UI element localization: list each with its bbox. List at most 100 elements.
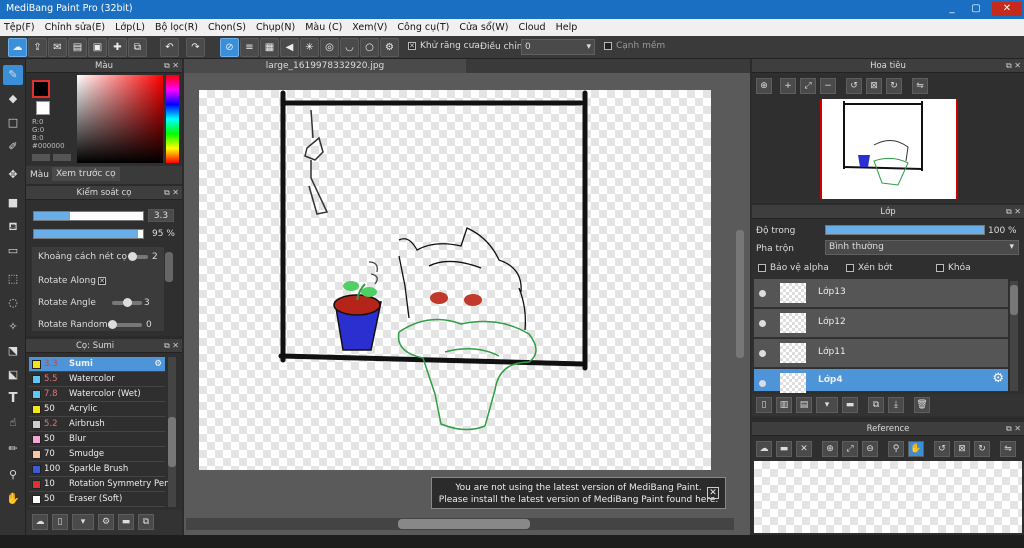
- hue-slider[interactable]: [166, 75, 179, 163]
- perspective-snap-icon[interactable]: ◀: [280, 38, 299, 57]
- soft-edge-checkbox[interactable]: [604, 41, 612, 50]
- curve-snap-icon[interactable]: ◡: [340, 38, 359, 57]
- spacing-slider[interactable]: [128, 252, 148, 261]
- folder-icon[interactable]: ▬: [118, 514, 134, 530]
- brush-size-value[interactable]: 3.3: [148, 209, 174, 222]
- menu-window[interactable]: Cửa sổ(W): [459, 22, 508, 33]
- reference-zoom-out-icon[interactable]: ⊖: [862, 441, 878, 457]
- dot-tool-icon[interactable]: □: [3, 113, 23, 133]
- menu-cloud[interactable]: Cloud: [518, 22, 545, 33]
- parallel-snap-icon[interactable]: ≡: [240, 38, 259, 57]
- tab-brush-preview[interactable]: Xem trước cọ: [52, 167, 120, 181]
- gear-icon[interactable]: ⚙: [992, 371, 1004, 386]
- panel-menu-icon[interactable]: ⧉ ✕: [1006, 205, 1021, 219]
- brush-list-item[interactable]: 5.2 Airbrush: [29, 417, 165, 432]
- reference-flip-icon[interactable]: ⇋: [1000, 441, 1016, 457]
- reset-rotation-icon[interactable]: ⊠: [866, 78, 882, 94]
- upload-icon[interactable]: ⇪: [28, 38, 47, 57]
- reference-eyedropper-icon[interactable]: ⚲: [888, 441, 904, 457]
- drawing-canvas[interactable]: [199, 90, 711, 470]
- chat-icon[interactable]: ▤: [68, 38, 87, 57]
- gear-icon[interactable]: ⚙: [154, 357, 162, 372]
- select-pen-icon[interactable]: ✐: [3, 137, 23, 157]
- reference-hand-icon[interactable]: ✋: [908, 441, 924, 457]
- close-button[interactable]: ✕: [992, 2, 1022, 16]
- canvas-horizontal-scrollbar[interactable]: [398, 519, 530, 529]
- reference-fit-icon[interactable]: ⤢: [842, 441, 858, 457]
- snap-off-icon[interactable]: ⊘: [220, 38, 239, 57]
- tab-color[interactable]: Màu: [30, 170, 49, 180]
- panel-menu-icon[interactable]: ⧉ ✕: [1006, 422, 1021, 436]
- reference-cloud-icon[interactable]: ☁: [756, 441, 772, 457]
- settings-snap-icon[interactable]: ⚙: [380, 38, 399, 57]
- eye-icon[interactable]: [759, 380, 766, 387]
- lock-checkbox[interactable]: [936, 263, 944, 272]
- menu-tools[interactable]: Công cụ(T): [397, 22, 449, 33]
- canvas-vertical-scrollbar[interactable]: [736, 230, 744, 358]
- divide-tool-icon[interactable]: ✏: [3, 439, 23, 459]
- rotate-along-checkbox[interactable]: ✕: [98, 277, 106, 285]
- duplicate-layer-icon[interactable]: ⧉: [868, 397, 884, 413]
- brush-list-item[interactable]: 70 Smudge: [29, 447, 165, 462]
- brush-list-item[interactable]: 5.5 Watercolor: [29, 372, 165, 387]
- panel-menu-icon[interactable]: ⧉ ✕: [164, 59, 179, 73]
- blend-mode-select[interactable]: Bình thường ▾: [825, 240, 1019, 255]
- ring-snap-icon[interactable]: ○: [360, 38, 379, 57]
- reference-reset-icon[interactable]: ⊠: [954, 441, 970, 457]
- reference-canvas[interactable]: [754, 461, 1022, 533]
- maximize-button[interactable]: ▢: [966, 2, 986, 16]
- swap-color-icon[interactable]: [32, 154, 50, 161]
- panel-menu-icon[interactable]: ⧉ ✕: [164, 339, 179, 353]
- brush-params-scrollbar[interactable]: [165, 252, 173, 282]
- gradation-tool-icon[interactable]: ▭: [3, 241, 23, 261]
- rotate-angle-slider[interactable]: [112, 298, 142, 307]
- eye-icon[interactable]: [759, 290, 766, 297]
- new-8bit-layer-icon[interactable]: ▤: [796, 397, 812, 413]
- reference-close-icon[interactable]: ✕: [796, 441, 812, 457]
- lock-toggle[interactable]: Khóa: [936, 263, 971, 273]
- menu-select[interactable]: Chọn(S): [208, 22, 246, 33]
- menu-color[interactable]: Màu (C): [305, 22, 342, 33]
- brush-list-item[interactable]: 50 Acrylic: [29, 402, 165, 417]
- circle-snap-icon[interactable]: ◎: [320, 38, 339, 57]
- clipping-checkbox[interactable]: [846, 263, 854, 272]
- radial-snap-icon[interactable]: ✳: [300, 38, 319, 57]
- brush-size-slider[interactable]: [33, 211, 144, 221]
- comment-icon[interactable]: ✉: [48, 38, 67, 57]
- fill-icon[interactable]: ▣: [88, 38, 107, 57]
- menu-edit[interactable]: Chỉnh sửa(E): [45, 22, 106, 33]
- layer-row[interactable]: Lớp13: [754, 279, 1008, 308]
- layer-row[interactable]: Lớp12: [754, 309, 1008, 338]
- protect-alpha-checkbox[interactable]: [758, 263, 766, 272]
- menu-view[interactable]: Xem(V): [352, 22, 387, 33]
- notification-close-button[interactable]: ✕: [707, 487, 719, 499]
- cloud-icon[interactable]: ☁: [8, 38, 27, 57]
- zoom-out-icon[interactable]: −: [820, 78, 836, 94]
- new-halftone-layer-icon[interactable]: ▥: [776, 397, 792, 413]
- brush-add-menu-icon[interactable]: ▾: [72, 514, 94, 530]
- menu-layer[interactable]: Lớp(L): [115, 22, 145, 33]
- reference-zoom-in-icon[interactable]: ⊕: [822, 441, 838, 457]
- duplicate-brush-icon[interactable]: ⧉: [138, 514, 154, 530]
- eye-icon[interactable]: [759, 320, 766, 327]
- rotate-right-icon[interactable]: ↻: [886, 78, 902, 94]
- brush-list-item[interactable]: 50 Blur: [29, 432, 165, 447]
- brush-tool-icon[interactable]: ✎: [3, 65, 23, 85]
- menu-help[interactable]: Help: [556, 22, 578, 33]
- rotate-left-icon[interactable]: ↺: [846, 78, 862, 94]
- select-eraser-icon[interactable]: ⬕: [3, 365, 23, 385]
- new-layer-icon[interactable]: ▯: [756, 397, 772, 413]
- operation-tool-icon[interactable]: ☝: [3, 413, 23, 433]
- reset-color-icon[interactable]: [53, 154, 71, 161]
- add-layer-menu-icon[interactable]: ▾: [816, 397, 838, 413]
- panel-menu-icon[interactable]: ⧉ ✕: [164, 186, 179, 200]
- correction-select[interactable]: 0 ▾: [521, 39, 595, 55]
- update-notification[interactable]: You are not using the latest version of …: [431, 477, 726, 509]
- bucket-tool-icon[interactable]: ⛾: [3, 217, 23, 237]
- brush-list-item[interactable]: 7.8 Watercolor (Wet): [29, 387, 165, 402]
- reference-open-icon[interactable]: ▬: [776, 441, 792, 457]
- merge-down-icon[interactable]: ⤓: [888, 397, 904, 413]
- foreground-color-swatch[interactable]: [32, 80, 50, 98]
- navigator-preview[interactable]: [820, 99, 958, 199]
- menu-file[interactable]: Tệp(F): [4, 22, 35, 33]
